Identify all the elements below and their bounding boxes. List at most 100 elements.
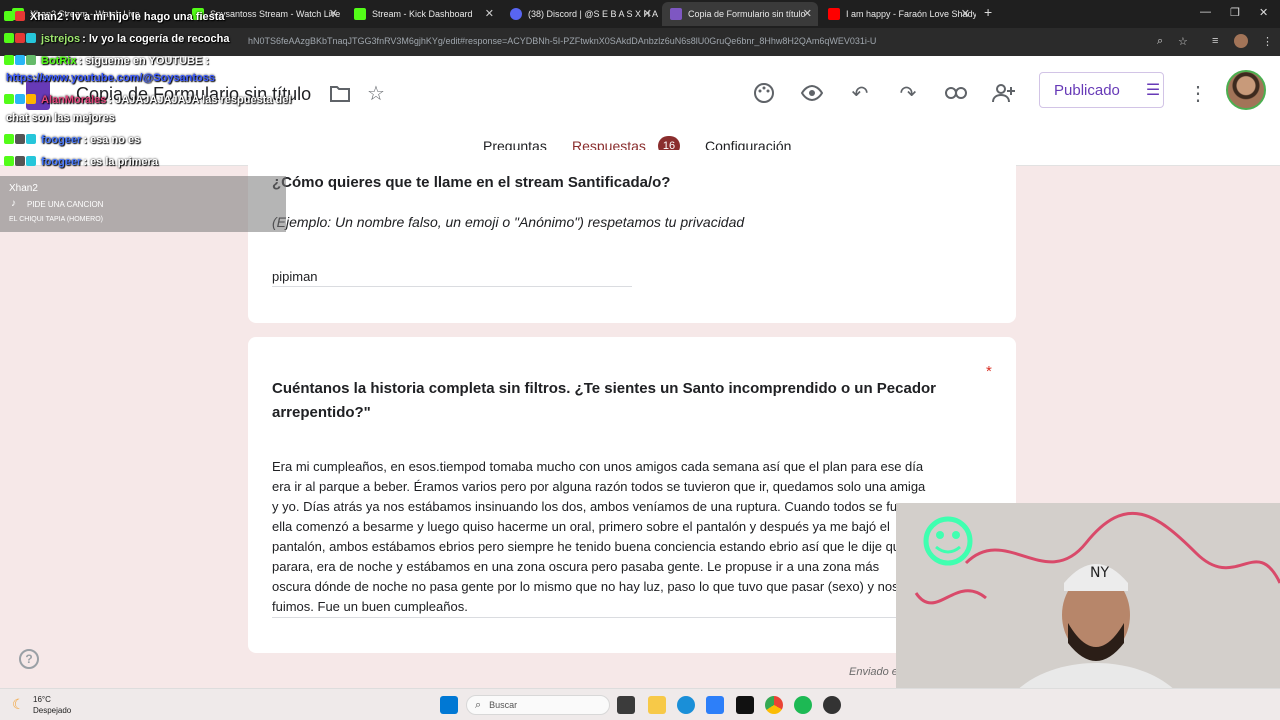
user-avatar[interactable] bbox=[1226, 70, 1266, 110]
weather-temperature[interactable]: 16°C bbox=[33, 695, 51, 704]
required-asterisk: * bbox=[986, 363, 992, 380]
chat-message: foogeer: esa no es bbox=[4, 134, 140, 146]
weather-moon-icon: ☾ bbox=[12, 696, 25, 712]
answer-underline bbox=[272, 286, 632, 287]
overlay-label: PIDE UNA CANCION bbox=[27, 200, 104, 209]
submitted-footer: Enviado el bbox=[849, 666, 901, 678]
y-app-icon[interactable] bbox=[736, 696, 754, 714]
search-icon: ⌕ bbox=[475, 698, 482, 711]
browser-menu-icon[interactable]: ⋮ bbox=[1262, 35, 1273, 48]
link-icon[interactable] bbox=[943, 80, 969, 106]
kick-icon bbox=[4, 11, 14, 21]
close-tab-icon[interactable]: ✕ bbox=[329, 7, 338, 20]
badge-icon bbox=[26, 134, 36, 144]
preview-eye-icon[interactable] bbox=[799, 80, 825, 106]
more-options-icon[interactable]: ⋮ bbox=[1185, 80, 1211, 106]
close-tab-icon[interactable]: ✕ bbox=[643, 7, 652, 20]
redo-icon[interactable]: ↷ bbox=[895, 80, 921, 106]
kick-icon bbox=[4, 55, 14, 65]
song-request-overlay: Xhan2 ♪ PIDE UNA CANCION EL CHIQUI TAPIA… bbox=[0, 176, 286, 232]
zoom-icon[interactable]: ⌕ bbox=[1157, 35, 1163, 48]
extensions-icon[interactable]: ≡ bbox=[1212, 35, 1218, 47]
browser-tab[interactable]: I am happy - Faraón Love Shady ✕ bbox=[820, 2, 976, 26]
chat-message: Xhan2: lv a mi hijo le hago una fiesta bbox=[4, 11, 225, 23]
chat-link[interactable]: https://www.youtube.com/@Soysantoss bbox=[4, 72, 215, 84]
badge-icon bbox=[26, 33, 36, 43]
chat-message: jstrejos: lv yo la cogería de recocha bbox=[4, 33, 229, 45]
google-forms-icon bbox=[670, 8, 682, 20]
file-explorer-icon[interactable] bbox=[648, 696, 666, 714]
publish-button[interactable]: Publicado ☰ bbox=[1039, 72, 1164, 108]
question-title-line-1: Cuéntanos la historia completa sin filtr… bbox=[272, 380, 936, 397]
store-icon[interactable] bbox=[706, 696, 724, 714]
badge-icon bbox=[26, 94, 36, 104]
windows-taskbar: ☾ 16°C Despejado ⌕ Buscar bbox=[0, 688, 1280, 720]
folder-icon[interactable] bbox=[327, 80, 353, 106]
browser-tab-active[interactable]: Copia de Formulario sin título ✕ bbox=[662, 2, 818, 26]
close-tab-icon[interactable]: ✕ bbox=[485, 7, 494, 20]
badge-icon bbox=[15, 94, 25, 104]
music-icon: ♪ bbox=[11, 198, 16, 209]
maximize-icon[interactable]: ❐ bbox=[1230, 6, 1240, 19]
close-tab-icon[interactable]: ✕ bbox=[961, 7, 970, 20]
kick-icon bbox=[4, 134, 14, 144]
question-title: ¿Cómo quieres que te llame en el stream … bbox=[272, 174, 671, 191]
svg-text:NY: NY bbox=[1090, 565, 1109, 581]
taskbar-search[interactable]: ⌕ Buscar bbox=[466, 695, 610, 715]
weather-description[interactable]: Despejado bbox=[33, 706, 71, 715]
close-tab-icon[interactable]: ✕ bbox=[803, 7, 812, 20]
badge-icon bbox=[15, 33, 25, 43]
profile-avatar[interactable] bbox=[1234, 34, 1248, 48]
browser-tab[interactable]: (38) Discord | @S E B A S X H A ✕ bbox=[502, 2, 658, 26]
palette-icon[interactable] bbox=[751, 80, 777, 106]
answer-line-5: pantalón, ambos estábamos ebrios pero si… bbox=[272, 539, 908, 554]
discord-icon bbox=[510, 8, 522, 20]
task-view-icon[interactable] bbox=[617, 696, 635, 714]
badge-icon bbox=[15, 134, 25, 144]
chrome-icon[interactable] bbox=[765, 696, 783, 714]
badge-icon bbox=[26, 55, 36, 65]
answer-underline bbox=[272, 617, 992, 618]
edge-icon[interactable] bbox=[677, 696, 695, 714]
answer-line-6: parara, era de noche y estábamos en una … bbox=[272, 559, 880, 574]
answer-line-2: era ir al parque a beber. Éramos varios … bbox=[272, 479, 926, 494]
badge-icon bbox=[26, 156, 36, 166]
obs-icon[interactable] bbox=[823, 696, 841, 714]
overlay-channel: Xhan2 bbox=[9, 183, 38, 194]
answer-line-1: Era mi cumpleaños, en esos.tiempod tomab… bbox=[272, 459, 924, 474]
windows-start-icon[interactable] bbox=[440, 696, 458, 714]
help-button[interactable]: ? bbox=[19, 649, 39, 669]
close-window-icon[interactable]: ✕ bbox=[1259, 6, 1268, 19]
spotify-icon[interactable] bbox=[794, 696, 812, 714]
youtube-icon bbox=[828, 8, 840, 20]
question-title-line-2: arrepentido?" bbox=[272, 404, 371, 421]
undo-icon[interactable]: ↶ bbox=[847, 80, 873, 106]
bookmark-star-icon[interactable]: ☆ bbox=[1178, 35, 1188, 48]
overlay-song: EL CHIQUI TAPIA (HOMERO) bbox=[9, 216, 103, 223]
badge-icon bbox=[15, 55, 25, 65]
chat-message: BotRix: sigueme en YOUTUBE : bbox=[4, 55, 209, 67]
star-icon[interactable]: ☆ bbox=[363, 80, 389, 106]
browser-tab[interactable]: Stream - Kick Dashboard ✕ bbox=[346, 2, 500, 26]
kick-icon bbox=[354, 8, 366, 20]
tune-icon: ☰ bbox=[1145, 82, 1161, 99]
add-collaborator-icon[interactable] bbox=[991, 80, 1017, 106]
new-tab-icon[interactable]: + bbox=[984, 4, 992, 20]
minimize-icon[interactable]: — bbox=[1200, 6, 1211, 18]
kick-icon bbox=[4, 156, 14, 166]
answer-line-3: y yo. Días atrás ya nos estábamos insinu… bbox=[272, 499, 924, 514]
badge-icon bbox=[15, 11, 25, 21]
question-card: ¿Cómo quieres que te llame en el stream … bbox=[248, 150, 1016, 323]
kick-icon bbox=[4, 33, 14, 43]
answer-text: pipiman bbox=[272, 269, 318, 284]
answer-line-7: oscura dónde de noche no pasa gente por … bbox=[272, 579, 899, 594]
badge-icon bbox=[15, 156, 25, 166]
answer-line-8: fuimos. Fue un buen cumpleaños. bbox=[272, 599, 468, 614]
chat-message: foogeer: es la primera bbox=[4, 156, 158, 168]
chat-message: AlanMorales: JAJAJAJAJAJA las respuesta … bbox=[4, 94, 291, 106]
kick-icon bbox=[4, 94, 14, 104]
question-description: (Ejemplo: Un nombre falso, un emoji o "A… bbox=[272, 214, 745, 230]
answer-line-4: ella comenzó a besarme y luego quiso hac… bbox=[272, 519, 890, 534]
url-text[interactable]: hN0TS6feAAzgBKbTnaqJTGG3fnRV3M6gjhKYg/ed… bbox=[248, 36, 876, 46]
chat-message-continuation: chat son las mejores bbox=[6, 112, 115, 124]
